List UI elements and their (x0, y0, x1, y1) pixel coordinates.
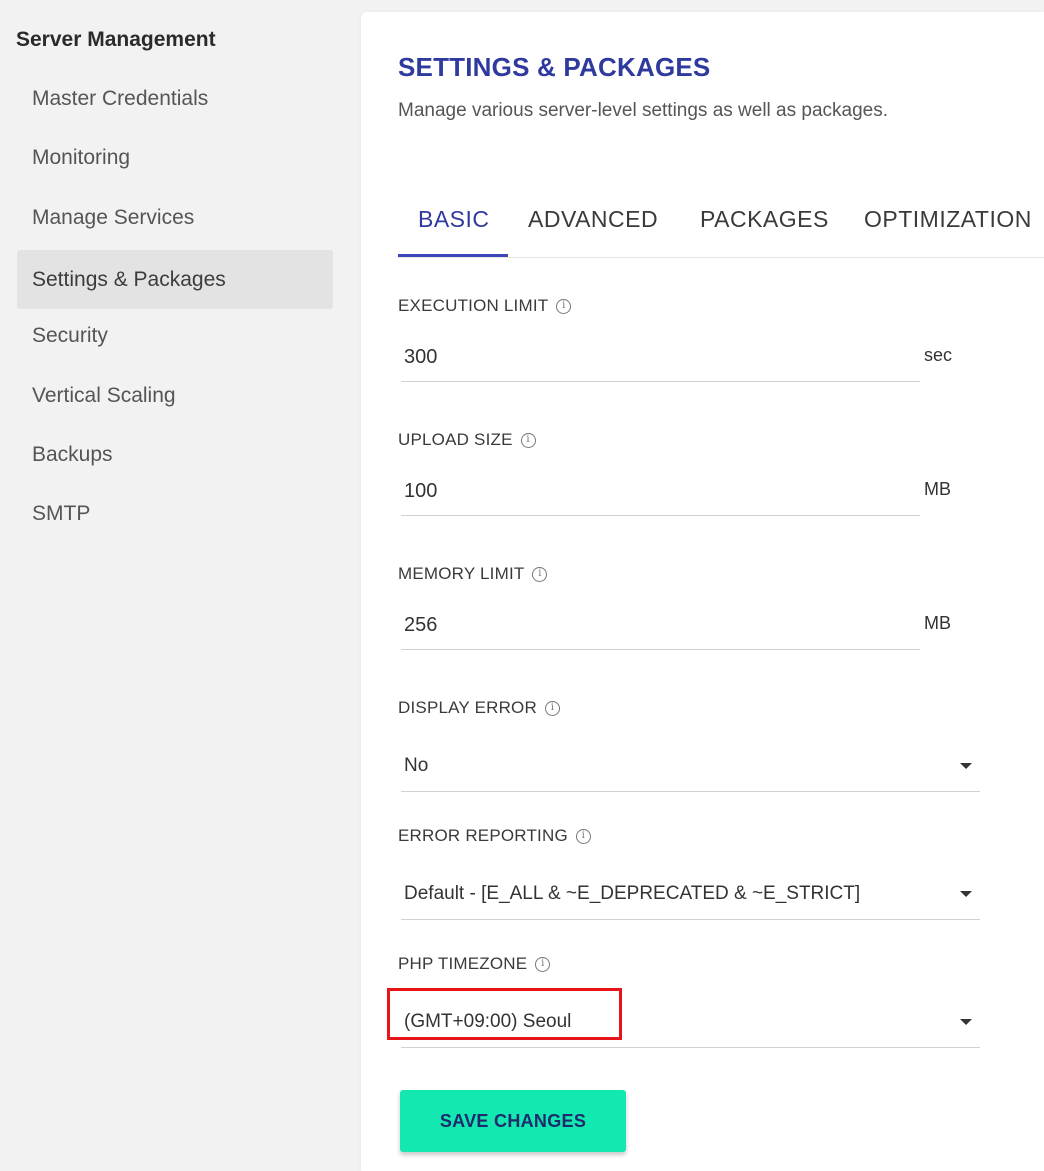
upload-size-unit: MB (924, 479, 951, 499)
upload-size-input[interactable] (401, 468, 920, 516)
memory-limit-input[interactable] (401, 602, 920, 650)
memory-limit-label: MEMORY LIMIT i (398, 564, 548, 584)
sidebar-item-vertical-scaling[interactable]: Vertical Scaling (17, 366, 333, 425)
sidebar-item-master-credentials[interactable]: Master Credentials (17, 69, 333, 128)
error-reporting-label-text: ERROR REPORTING (398, 826, 568, 845)
upload-size-label: UPLOAD SIZE i (398, 430, 536, 450)
caret-down-icon (960, 1019, 972, 1025)
sidebar: Server Management Master Credentials Mon… (0, 0, 350, 1171)
caret-down-icon (960, 891, 972, 897)
page-subtitle: Manage various server-level settings as … (398, 100, 889, 121)
active-tab-indicator (398, 254, 508, 257)
display-error-label: DISPLAY ERROR i (398, 698, 560, 718)
execution-limit-input[interactable] (401, 334, 920, 382)
error-reporting-select[interactable]: Default - [E_ALL & ~E_DEPRECATED & ~E_ST… (401, 872, 980, 920)
php-timezone-label-text: PHP TIMEZONE (398, 954, 528, 973)
sidebar-item-monitoring[interactable]: Monitoring (17, 128, 333, 187)
info-icon[interactable]: i (535, 956, 551, 972)
upload-size-label-text: UPLOAD SIZE (398, 430, 513, 449)
highlight-annotation (387, 988, 622, 1040)
sidebar-item-backups[interactable]: Backups (17, 425, 333, 484)
info-icon[interactable]: i (575, 828, 591, 844)
page-title: SETTINGS & PACKAGES (398, 52, 711, 82)
execution-limit-label: EXECUTION LIMIT i (398, 296, 572, 316)
tab-basic[interactable]: BASIC (418, 206, 490, 233)
info-icon[interactable]: i (520, 432, 536, 448)
execution-limit-label-text: EXECUTION LIMIT (398, 296, 549, 315)
display-error-label-text: DISPLAY ERROR (398, 698, 537, 717)
sidebar-item-manage-services[interactable]: Manage Services (17, 188, 333, 247)
save-changes-button[interactable]: SAVE CHANGES (400, 1090, 626, 1152)
error-reporting-value: Default - [E_ALL & ~E_DEPRECATED & ~E_ST… (404, 883, 861, 904)
memory-limit-unit: MB (924, 613, 951, 633)
info-icon[interactable]: i (556, 298, 572, 314)
sidebar-item-smtp[interactable]: SMTP (17, 484, 333, 543)
tab-advanced[interactable]: ADVANCED (528, 206, 658, 233)
memory-limit-label-text: MEMORY LIMIT (398, 564, 525, 583)
tab-packages[interactable]: PACKAGES (700, 206, 829, 233)
sidebar-title: Server Management (16, 28, 216, 51)
execution-limit-unit: sec (924, 345, 953, 365)
caret-down-icon (960, 763, 972, 769)
info-icon[interactable]: i (532, 566, 548, 582)
php-timezone-label: PHP TIMEZONE i (398, 954, 551, 974)
sidebar-item-security[interactable]: Security (17, 306, 333, 365)
display-error-select[interactable]: No (401, 744, 980, 792)
info-icon[interactable]: i (544, 700, 560, 716)
display-error-value: No (404, 755, 429, 776)
error-reporting-label: ERROR REPORTING i (398, 826, 591, 846)
sidebar-item-settings-packages[interactable]: Settings & Packages (17, 250, 333, 309)
settings-panel: SETTINGS & PACKAGES Manage various serve… (361, 12, 1044, 1171)
tab-bar: BASIC ADVANCED PACKAGES OPTIMIZATION (398, 190, 1044, 258)
tab-optimization[interactable]: OPTIMIZATION (864, 206, 1032, 233)
